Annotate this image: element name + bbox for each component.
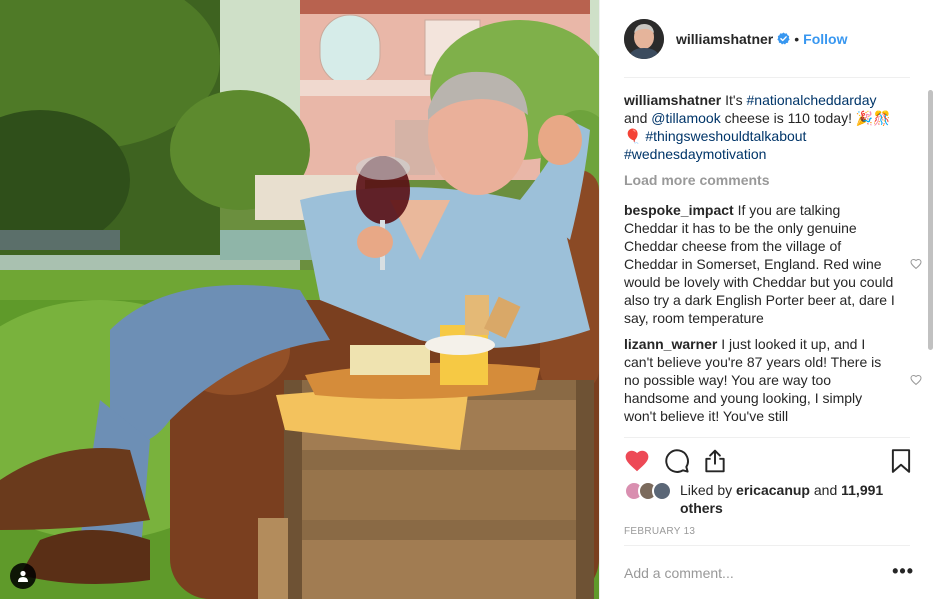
header-divider — [624, 77, 910, 78]
post-actions — [624, 448, 914, 476]
add-comment-divider — [624, 545, 910, 546]
add-comment-bar: ••• — [624, 559, 914, 587]
post-header: williamshatner • Follow — [600, 0, 934, 77]
comments-scroll-thumb[interactable] — [928, 90, 933, 350]
post-date[interactable]: FEBRUARY 13 — [624, 526, 695, 537]
caption-text-2: and — [624, 110, 648, 126]
user-tag-icon — [18, 570, 28, 582]
likes-and: and — [813, 482, 838, 498]
post-image — [0, 0, 599, 599]
comment-like-heart-icon[interactable] — [910, 258, 922, 270]
author-username[interactable]: williamshatner — [676, 31, 773, 47]
header-separator: • — [794, 30, 800, 47]
caption-text-1: It's — [725, 92, 743, 108]
user-tags-button[interactable] — [10, 563, 36, 589]
post-photo[interactable] — [0, 0, 599, 599]
caption-username[interactable]: williamshatner — [624, 92, 721, 108]
comments-scrollbar[interactable] — [926, 80, 934, 350]
actions-divider — [624, 437, 910, 438]
post-caption: williamshatner It's #nationalcheddarday … — [624, 91, 922, 163]
comment-like-heart-icon[interactable] — [910, 374, 922, 386]
author-avatar-image — [624, 18, 664, 59]
follow-button[interactable]: Follow — [803, 31, 847, 47]
comment-username[interactable]: lizann_warner — [624, 336, 717, 352]
add-comment-input[interactable] — [624, 559, 874, 587]
verified-badge-icon — [777, 32, 790, 45]
caption-hashtag-wednesdaymotivation[interactable]: #wednesdaymotivation — [624, 146, 766, 162]
comment-item: lizann_warner I just looked it up, and I… — [624, 335, 922, 425]
likes-summary: Liked by ericacanup and 11,991 others — [624, 481, 914, 517]
comment-text: If you are talking Cheddar it has to be … — [624, 202, 895, 326]
more-options-button[interactable]: ••• — [892, 561, 914, 581]
liked-by-username[interactable]: ericacanup — [736, 482, 810, 498]
caption-mention-tillamook[interactable]: @tillamook — [651, 110, 720, 126]
comment-username[interactable]: bespoke_impact — [624, 202, 734, 218]
instagram-post: williamshatner • Follow williamshatner I… — [0, 0, 934, 599]
load-more-comments-button[interactable]: Load more comments — [624, 171, 922, 189]
author-avatar[interactable] — [624, 18, 664, 59]
bookmark-icon[interactable] — [888, 448, 914, 474]
post-side-panel: williamshatner • Follow williamshatner I… — [599, 0, 934, 599]
heart-filled-icon[interactable] — [624, 448, 650, 474]
likes-text: Liked by ericacanup and 11,991 others — [680, 481, 914, 517]
comment-bubble-icon[interactable] — [664, 448, 690, 474]
comment-item: bespoke_impact If you are talking Chedda… — [624, 201, 922, 327]
share-icon[interactable] — [702, 448, 728, 474]
comments-list[interactable]: williamshatner It's #nationalcheddarday … — [624, 91, 922, 436]
caption-hashtag-thingsweshouldtalkabout[interactable]: #thingsweshouldtalkabout — [645, 128, 806, 144]
liker-avatars[interactable] — [624, 481, 680, 501]
caption-hashtag-nationalcheddarday[interactable]: #nationalcheddarday — [747, 92, 877, 108]
liker-avatar — [652, 481, 672, 501]
likes-prefix: Liked by — [680, 482, 733, 498]
